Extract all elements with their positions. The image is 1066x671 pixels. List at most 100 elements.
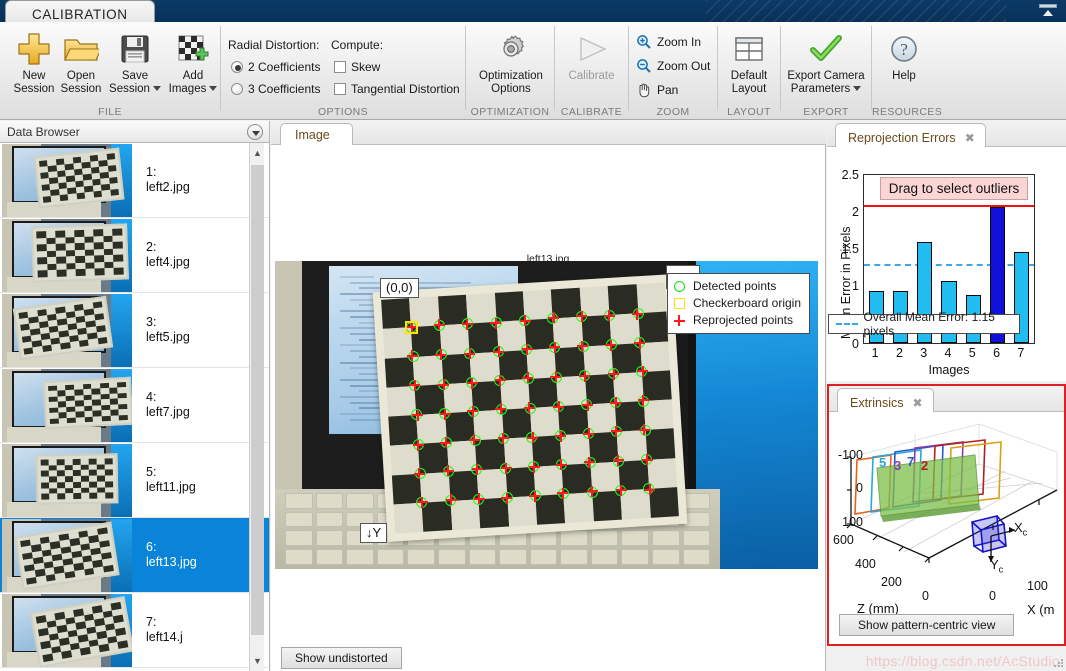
chart-x-tick: 7 — [1017, 346, 1025, 360]
mean-error-legend-label: Overall Mean Error: 1.15 pixels — [863, 310, 995, 338]
ribbon-group-file: New Session Open Session Save Session Ad… — [0, 22, 220, 120]
ext-ztick-0: 0 — [922, 589, 929, 603]
zoom-out-button[interactable]: Zoom Out — [636, 58, 710, 74]
pan-label: Pan — [657, 83, 679, 97]
ribbon-group-options: Radial Distortion: Compute: 2 Coefficien… — [221, 22, 465, 120]
scroll-down-icon[interactable]: ▼ — [250, 653, 265, 669]
add-images-button[interactable]: Add Images — [160, 28, 226, 104]
extrinsics-panel: Extrinsics ✖ 5 3 7 2 -100 0 100 600 400 … — [827, 384, 1066, 646]
ext-ytick-100: 100 — [842, 515, 863, 529]
overall-mean-error-line — [864, 263, 1034, 266]
export-dropdown-icon[interactable] — [853, 86, 862, 92]
show-pattern-centric-view-button[interactable]: Show pattern-centric view — [839, 614, 1015, 636]
chart-x-tick: 5 — [968, 346, 976, 360]
open-folder-icon — [63, 29, 99, 69]
extrinsics-tab-label: Extrinsics — [850, 396, 904, 410]
group-title-resources: RESOURCES — [872, 106, 943, 118]
extrinsics-plot[interactable]: 5 3 7 2 -100 0 100 600 400 200 0 0 100 Z… — [829, 412, 1064, 617]
checkbox-tangential-distortion[interactable]: Tangential Distortion — [334, 82, 460, 96]
help-button[interactable]: ? Help — [872, 28, 936, 104]
radial-distortion-label: Radial Distortion: — [228, 38, 320, 52]
red-cross-icon — [673, 315, 685, 326]
group-title-export: EXPORT — [803, 106, 849, 118]
close-icon[interactable]: ✖ — [912, 396, 922, 410]
legend-label-origin: Checkerboard origin — [692, 296, 801, 310]
ext-xtick-100: 100 — [1027, 579, 1048, 593]
reprojection-tab-label: Reprojection Errors — [848, 131, 956, 145]
list-item-label: 5: left11.jpg — [146, 465, 196, 495]
thumbnail-image — [2, 518, 132, 592]
ribbon-group-export: Export Camera Parameters EXPORT — [781, 22, 871, 120]
calibration-photo: (0,0) ↓Y Detected points Checkerboard or… — [275, 261, 818, 569]
data-browser-scrollbar[interactable]: ▲ ▼ — [249, 143, 264, 671]
add-images-label-1: Add — [182, 70, 204, 82]
list-item-label: 6: left13.jpg — [146, 540, 197, 570]
legend-label-detected: Detected points — [692, 279, 777, 293]
data-browser-header: Data Browser — [0, 121, 270, 143]
list-item[interactable]: 7: left14.j — [0, 593, 269, 668]
default-layout-label-2: Layout — [731, 83, 767, 95]
export-camera-parameters-button[interactable]: Export Camera Parameters — [781, 28, 871, 104]
open-session-label-1: Open — [66, 70, 96, 82]
zoom-in-button[interactable]: Zoom In — [636, 34, 701, 50]
add-images-icon — [177, 29, 209, 69]
radio-2-coefficients[interactable]: 2 Coefficients — [231, 60, 321, 74]
image-thumbnail-list[interactable]: 1: left2.jpg 2: left4.jpg 3: left5.jpg 4: left7… — [0, 143, 270, 671]
y-axis-direction-tag: ↓Y — [360, 523, 388, 543]
close-icon[interactable]: ✖ — [965, 131, 975, 145]
camera-calibrator-window: CALIBRATION New Session Open Session Sav… — [0, 0, 1066, 671]
collapse-ribbon-icon[interactable] — [1038, 3, 1058, 20]
default-layout-button[interactable]: Default Layout — [718, 28, 780, 104]
ext-x-axis-label: X (m — [1027, 602, 1055, 617]
add-images-label-2: Images — [168, 83, 207, 95]
list-item-index: 5: — [146, 465, 157, 479]
list-item-filename: left11.jpg — [146, 480, 196, 494]
chart-x-tick: 4 — [944, 346, 952, 360]
list-item-label: 4: left7.jpg — [146, 390, 190, 420]
ext-ztick-400: 400 — [855, 557, 876, 571]
list-item[interactable]: 2: left4.jpg — [0, 218, 269, 293]
reprojection-errors-panel: Reprojection Errors ✖ 2.5 2 1.5 1 0.5 0 … — [827, 121, 1066, 381]
checkbox-skew[interactable]: Skew — [334, 60, 380, 74]
add-images-dropdown-icon[interactable] — [209, 86, 218, 92]
outlier-threshold-line[interactable] — [864, 204, 1034, 207]
list-item-index: 1: — [146, 165, 157, 179]
list-item[interactable]: 3: left5.jpg — [0, 293, 269, 368]
image-panel-bottombar: Show undistorted — [271, 647, 825, 671]
image-canvas[interactable]: left13.jpg (0,0) ↓Y Detected points Chec… — [271, 145, 825, 648]
radio-3-coefficients[interactable]: 3 Coefficients — [231, 82, 321, 96]
ytick-0: 0 — [852, 337, 859, 351]
compute-label: Compute: — [331, 38, 384, 52]
new-session-label-1: New — [22, 70, 46, 82]
thumbnail-image — [2, 443, 132, 517]
list-item-filename: left4.jpg — [146, 255, 190, 269]
list-item[interactable]: 5: left11.jpg — [0, 443, 269, 518]
legend-row-origin: Checkerboard origin — [673, 295, 801, 312]
tab-image[interactable]: Image — [280, 123, 353, 146]
show-undistorted-button[interactable]: Show undistorted — [281, 647, 402, 669]
tab-reprojection-errors[interactable]: Reprojection Errors ✖ — [835, 123, 986, 148]
tab-extrinsics[interactable]: Extrinsics ✖ — [837, 388, 934, 413]
list-item[interactable]: 4: left7.jpg — [0, 368, 269, 443]
drag-to-select-outliers-hint[interactable]: Drag to select outliers — [880, 177, 1028, 200]
save-session-label-2: Session — [109, 83, 150, 95]
ribbon-group-resources: ? Help RESOURCES — [872, 22, 943, 120]
ribbon-group-layout: Default Layout LAYOUT — [718, 22, 780, 120]
radio-2-coefficients-icon — [231, 61, 243, 73]
calibrate-button[interactable]: Calibrate — [560, 28, 623, 104]
list-item[interactable]: 1: left2.jpg — [0, 143, 269, 218]
panel-options-icon[interactable] — [247, 124, 263, 140]
list-item[interactable]: 6: left13.jpg — [0, 518, 269, 593]
new-session-icon — [16, 29, 52, 69]
optimization-label-2: Options — [491, 83, 531, 95]
scrollbar-thumb[interactable] — [251, 165, 264, 635]
image-panel: Image left13.jpg (0,0) ↓Y Detected point… — [271, 121, 826, 671]
pan-button[interactable]: Pan — [636, 82, 678, 98]
reprojection-tabstrip: Reprojection Errors ✖ — [827, 121, 1066, 148]
optimization-options-button[interactable]: Optimization Options — [474, 28, 548, 104]
scroll-up-icon[interactable]: ▲ — [250, 145, 265, 161]
reprojection-plot[interactable]: 2.5 2 1.5 1 0.5 0 Mean Error in Pixels D… — [827, 147, 1066, 381]
resize-grip[interactable] — [1053, 658, 1063, 668]
ribbon-group-zoom: Zoom In Zoom Out Pan ZOOM — [629, 22, 717, 120]
thumbnail-image — [2, 593, 132, 667]
